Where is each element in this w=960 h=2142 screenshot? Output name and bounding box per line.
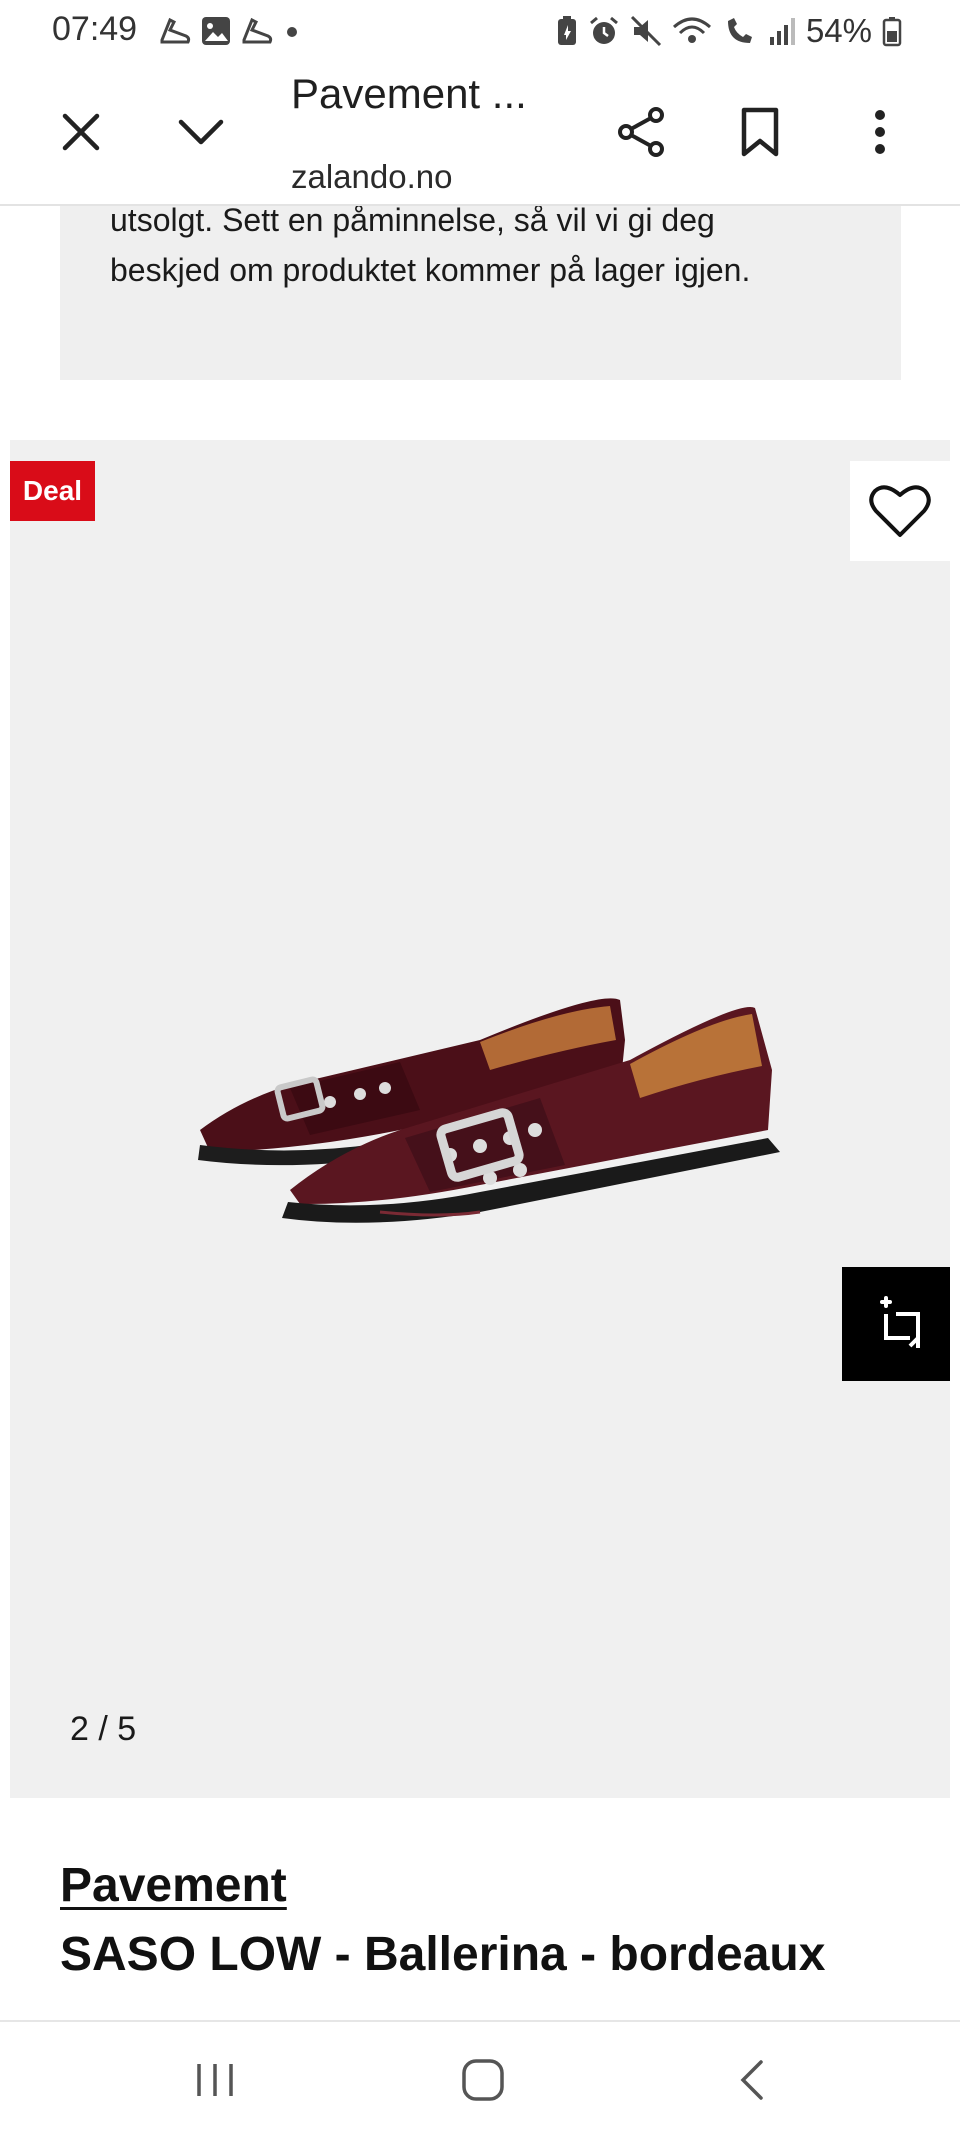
status-system-icons: 54% (556, 12, 902, 50)
alarm-icon (589, 16, 618, 44)
shoe-icon (242, 17, 273, 44)
product-image-gallery[interactable]: Deal 2 / 5 (10, 440, 950, 1798)
battery-icon (882, 17, 902, 47)
restock-notice-text: utsolgt. Sett en påminnelse, så vil vi g… (110, 202, 751, 288)
product-image-shoes (198, 998, 780, 1223)
wishlist-button[interactable] (850, 461, 950, 561)
status-time: 07:49 (52, 10, 138, 48)
close-button[interactable] (41, 92, 121, 172)
share-button[interactable] (601, 92, 681, 172)
brand-link[interactable]: Pavement (60, 1858, 287, 1913)
home-button[interactable] (423, 2030, 543, 2130)
more-options-button[interactable] (840, 92, 920, 172)
visual-search-button[interactable] (842, 1267, 950, 1381)
share-icon (618, 107, 664, 157)
crop-search-icon (880, 1296, 920, 1348)
product-name: SASO LOW - Ballerina - bordeaux (60, 1928, 826, 1981)
system-navigation-bar (0, 2020, 960, 2142)
back-icon (740, 2060, 763, 2100)
chevron-down-icon (178, 119, 224, 145)
dot-icon (287, 27, 297, 37)
wifi-calling-icon (672, 17, 711, 43)
status-bar: 07:49 54% (0, 0, 960, 62)
home-icon (462, 2059, 504, 2101)
page-domain: zalando.no (291, 158, 453, 195)
gallery-icon (202, 17, 230, 45)
signal-icon (769, 18, 795, 45)
more-vert-icon (875, 110, 885, 154)
status-notifications (158, 14, 302, 48)
back-button[interactable] (692, 2030, 812, 2130)
bookmark-icon (741, 107, 779, 157)
deal-badge: Deal (10, 461, 95, 521)
battery-percentage: 54% (805, 12, 872, 49)
recents-button[interactable] (155, 2030, 275, 2130)
minimize-button[interactable] (161, 92, 241, 172)
recents-icon (197, 2064, 233, 2096)
heart-icon (869, 485, 931, 537)
battery-saver-icon (557, 16, 576, 45)
page-title: Pavement ... (291, 70, 527, 117)
mute-icon (630, 15, 661, 47)
volte-icon (727, 18, 752, 43)
close-icon (62, 113, 100, 151)
image-counter: 2 / 5 (70, 1710, 137, 1748)
shoe-icon (160, 17, 191, 44)
bookmark-button[interactable] (720, 92, 800, 172)
